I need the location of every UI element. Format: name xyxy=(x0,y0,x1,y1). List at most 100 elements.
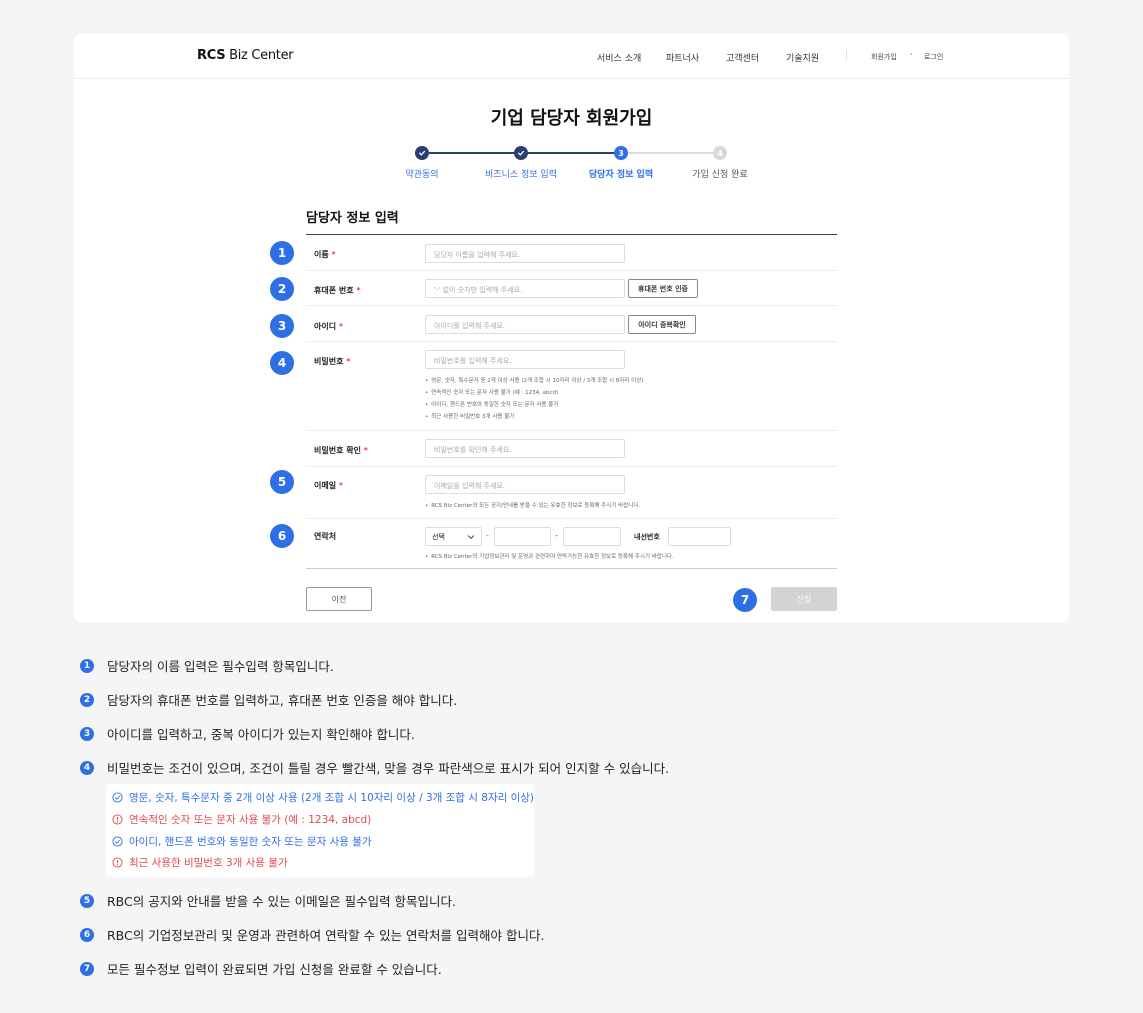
password-rule-item: 영문, 숫자, 특수문자 중 2개 이상 사용 (2개 조합 시 10자리 이상… xyxy=(112,790,534,805)
description-number: 4 xyxy=(80,760,94,775)
step-3-number: 3 xyxy=(614,146,628,160)
description-number: 5 xyxy=(80,893,94,908)
nav-login-link[interactable]: 로그인 xyxy=(924,52,943,62)
area-code-select[interactable]: 선택 xyxy=(425,527,482,546)
area-code-value: 선택 xyxy=(432,532,445,541)
password-input[interactable]: 비밀번호를 입력해 주세요. xyxy=(425,350,625,369)
description-item: 7 모든 필수정보 입력이 완료되면 가입 신청을 완료할 수 있습니다. xyxy=(80,959,442,978)
name-input[interactable]: 담당자 이름을 입력해 주세요. xyxy=(425,244,625,263)
callout-badge-5: 5 xyxy=(270,470,294,494)
phone-middle-input[interactable] xyxy=(494,527,551,546)
contact-hint: RCS Biz Center의 기업정보관리 및 운영과 관련하여 연락가능한 … xyxy=(425,552,673,560)
name-label: 이름 * xyxy=(314,250,336,259)
password-confirm-input[interactable]: 비밀번호를 확인해 주세요. xyxy=(425,439,625,458)
password-rule-text: 아이디, 핸드폰 번호와 동일한 숫자 또는 문자 사용 불가 xyxy=(129,836,372,848)
callout-badge-3: 3 xyxy=(270,314,294,338)
check-circle-icon xyxy=(112,792,123,803)
description-text: 담당자의 휴대폰 번호를 입력하고, 휴대폰 번호 인증을 해야 합니다. xyxy=(107,693,458,708)
description-text: 아이디를 입력하고, 중복 아이디가 있는지 확인해야 합니다. xyxy=(107,727,415,742)
email-input[interactable]: 이메일을 입력해 주세요. xyxy=(425,475,625,494)
description-text: RBC의 기업정보관리 및 운영과 관련하여 연락할 수 있는 연락처를 입력해… xyxy=(107,928,545,943)
page-title: 기업 담당자 회원가입 xyxy=(490,108,653,129)
password-rules-box: 영문, 숫자, 특수문자 중 2개 이상 사용 (2개 조합 시 10자리 이상… xyxy=(106,784,534,877)
nav-signup-link[interactable]: 회원가입 xyxy=(871,52,897,62)
nav-divider xyxy=(846,50,847,60)
step-line-3 xyxy=(627,152,720,154)
signup-screen: RCS Biz Center 서비스 소개 파트너사 고객센터 기술지원 회원가… xyxy=(74,34,1069,622)
description-number: 1 xyxy=(80,658,94,673)
password-rule-text: 영문, 숫자, 특수문자 중 2개 이상 사용 (2개 조합 시 10자리 이상… xyxy=(129,792,535,804)
callout-badge-2: 2 xyxy=(270,277,294,301)
step-2-check-icon xyxy=(514,146,528,160)
extension-label: 내선번호 xyxy=(634,533,660,541)
password-label: 비밀번호 * xyxy=(314,357,351,366)
userid-duplicate-check-button[interactable]: 아이디 중복확인 xyxy=(628,315,696,334)
description-text: 모든 필수정보 입력이 완료되면 가입 신청을 완료할 수 있습니다. xyxy=(107,962,442,977)
phone-input[interactable]: '-' 없이 숫자만 입력해 주세요. xyxy=(425,279,625,298)
contact-label: 연락처 xyxy=(314,532,337,541)
apply-button[interactable]: 신청 xyxy=(771,587,837,611)
description-number: 7 xyxy=(80,961,94,976)
password-rule-item: 아이디, 핸드폰 번호와 동일한 숫자 또는 문자 사용 불가 xyxy=(112,834,372,849)
phone-dash: - xyxy=(555,531,558,540)
password-rule-text: 최근 사용한 비밀번호 3개 사용 불가 xyxy=(129,857,288,869)
phone-verify-button[interactable]: 휴대폰 번호 인증 xyxy=(628,279,698,298)
prev-button[interactable]: 이전 xyxy=(306,587,372,611)
password-hint: 연속적인 숫자 또는 문자 사용 불가 (예 : 1234, abcd) xyxy=(425,388,558,396)
password-hint: 아이디, 핸드폰 번호와 동일한 숫자 또는 문자 사용 불가 xyxy=(425,400,558,408)
nav-service-intro[interactable]: 서비스 소개 xyxy=(597,51,641,64)
description-item: 4 비밀번호는 조건이 있으며, 조건이 틀릴 경우 빨간색, 맞을 경우 파란색… xyxy=(80,758,669,777)
description-item: 3 아이디를 입력하고, 중복 아이디가 있는지 확인해야 합니다. xyxy=(80,724,415,743)
step-4-label: 가입 신청 완료 xyxy=(692,170,748,180)
password-hint: 최근 사용한 비밀번호 3개 사용 불가 xyxy=(425,412,514,420)
description-text: 담당자의 이름 입력은 필수입력 항목입니다. xyxy=(107,659,334,674)
description-number: 2 xyxy=(80,692,94,707)
description-item: 6 RBC의 기업정보관리 및 운영과 관련하여 연락할 수 있는 연락처를 입력… xyxy=(80,925,544,944)
phone-dash: - xyxy=(486,531,489,540)
userid-input[interactable]: 아이디를 입력해 주세요. xyxy=(425,315,625,334)
row-divider xyxy=(306,270,837,271)
step-3-label: 담당자 정보 입력 xyxy=(588,170,654,180)
password-hint: 영문, 숫자, 특수문자 중 2개 이상 사용 (2개 조합 시 10자리 이상… xyxy=(425,376,643,384)
logo-bold: RCS xyxy=(197,48,226,63)
description-item: 2 담당자의 휴대폰 번호를 입력하고, 휴대폰 번호 인증을 해야 합니다. xyxy=(80,690,457,709)
password-rule-text: 연속적인 숫자 또는 문자 사용 불가 (예 : 1234, abcd) xyxy=(129,814,372,826)
callout-badge-7: 7 xyxy=(733,588,757,612)
description-item: 5 RBC의 공지와 안내를 받을 수 있는 이메일은 필수입력 항목입니다. xyxy=(80,891,456,910)
nav-tech-support[interactable]: 기술지원 xyxy=(786,51,819,64)
row-divider xyxy=(306,305,837,306)
alert-circle-icon xyxy=(112,857,123,868)
description-number: 3 xyxy=(80,726,94,741)
description-text: RBC의 공지와 안내를 받을 수 있는 이메일은 필수입력 항목입니다. xyxy=(107,894,457,909)
nav-dot xyxy=(910,53,912,55)
callout-badge-6: 6 xyxy=(270,524,294,548)
step-2-label: 비즈니스 정보 입력 xyxy=(485,170,557,180)
section-title: 담당자 정보 입력 xyxy=(306,211,399,226)
form-bottom-divider xyxy=(306,568,837,569)
nav-customer-center[interactable]: 고객센터 xyxy=(726,51,759,64)
nav-partners[interactable]: 파트너사 xyxy=(666,51,699,64)
userid-label: 아이디 * xyxy=(314,322,344,331)
description-number: 6 xyxy=(80,927,94,942)
check-circle-icon xyxy=(112,836,123,847)
row-divider xyxy=(306,518,837,519)
step-line-2 xyxy=(527,152,621,154)
password-rule-item: 연속적인 숫자 또는 문자 사용 불가 (예 : 1234, abcd) xyxy=(112,812,371,827)
row-divider xyxy=(306,430,837,431)
phone-last-input[interactable] xyxy=(563,527,621,546)
step-1-label: 약관동의 xyxy=(405,170,439,180)
step-1-check-icon xyxy=(415,146,429,160)
extension-input[interactable] xyxy=(668,527,731,546)
callout-badge-1: 1 xyxy=(270,241,294,265)
row-divider xyxy=(306,341,837,342)
alert-circle-icon xyxy=(112,814,123,825)
step-line-1 xyxy=(429,152,521,154)
section-divider xyxy=(306,234,837,235)
logo[interactable]: RCS Biz Center xyxy=(197,48,294,63)
email-hint: RCS Biz Center의 모든 공지/안내를 받을 수 있는 유효한 정보… xyxy=(425,501,640,509)
callout-badge-4: 4 xyxy=(270,351,294,375)
step-4-number: 4 xyxy=(713,146,727,160)
password-rule-item: 최근 사용한 비밀번호 3개 사용 불가 xyxy=(112,855,288,870)
password-confirm-label: 비밀번호 확인 * xyxy=(314,446,368,455)
logo-text: Biz Center xyxy=(225,48,294,63)
